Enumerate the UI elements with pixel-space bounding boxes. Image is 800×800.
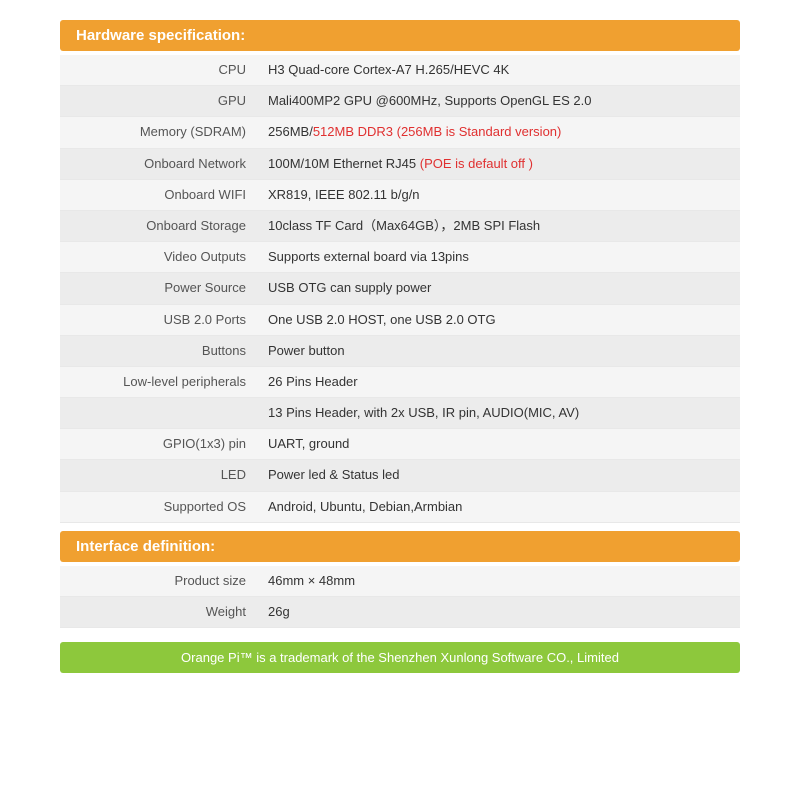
spec-value: 46mm × 48mm xyxy=(260,566,740,597)
spec-value: 256MB/512MB DDR3 (256MB is Standard vers… xyxy=(260,117,740,148)
table-row: LEDPower led & Status led xyxy=(60,460,740,491)
table-row: Onboard Network100M/10M Ethernet RJ45 (P… xyxy=(60,148,740,179)
spec-label: CPU xyxy=(60,55,260,86)
table-row: Weight26g xyxy=(60,597,740,628)
spec-label: Onboard Network xyxy=(60,148,260,179)
spec-label: USB 2.0 Ports xyxy=(60,304,260,335)
table-row: Low-level peripherals26 Pins Header xyxy=(60,366,740,397)
spec-value: Supports external board via 13pins xyxy=(260,242,740,273)
spec-value: XR819, IEEE 802.11 b/g/n xyxy=(260,179,740,210)
spec-value: 13 Pins Header, with 2x USB, IR pin, AUD… xyxy=(260,398,740,429)
table-row: Video OutputsSupports external board via… xyxy=(60,242,740,273)
spec-label: Onboard Storage xyxy=(60,210,260,241)
spec-label: Supported OS xyxy=(60,491,260,522)
interface-section-header: Interface definition: xyxy=(60,531,740,562)
table-row: Onboard Storage10class TF Card（Max64GB），… xyxy=(60,210,740,241)
spec-value: One USB 2.0 HOST, one USB 2.0 OTG xyxy=(260,304,740,335)
spec-label: Onboard WIFI xyxy=(60,179,260,210)
spec-value: 100M/10M Ethernet RJ45 (POE is default o… xyxy=(260,148,740,179)
table-row: Product size46mm × 48mm xyxy=(60,566,740,597)
spec-value: H3 Quad-core Cortex-A7 H.265/HEVC 4K xyxy=(260,55,740,86)
spec-label: LED xyxy=(60,460,260,491)
table-row: GPUMali400MP2 GPU @600MHz, Supports Open… xyxy=(60,86,740,117)
spec-label xyxy=(60,398,260,429)
spec-value: Mali400MP2 GPU @600MHz, Supports OpenGL … xyxy=(260,86,740,117)
spec-value: Android, Ubuntu, Debian,Armbian xyxy=(260,491,740,522)
spec-label: GPIO(1x3) pin xyxy=(60,429,260,460)
footer-trademark: Orange Pi™ is a trademark of the Shenzhe… xyxy=(60,642,740,673)
table-row: ButtonsPower button xyxy=(60,335,740,366)
table-row: Memory (SDRAM)256MB/512MB DDR3 (256MB is… xyxy=(60,117,740,148)
spec-value: 10class TF Card（Max64GB），2MB SPI Flash xyxy=(260,210,740,241)
spec-value: Power button xyxy=(260,335,740,366)
spec-label: Product size xyxy=(60,566,260,597)
interface-spec-table: Product size46mm × 48mmWeight26g xyxy=(60,566,740,628)
spec-value: 26 Pins Header xyxy=(260,366,740,397)
spec-label: Weight xyxy=(60,597,260,628)
table-row: GPIO(1x3) pinUART, ground xyxy=(60,429,740,460)
spec-value: USB OTG can supply power xyxy=(260,273,740,304)
table-row: Power SourceUSB OTG can supply power xyxy=(60,273,740,304)
spec-label: Memory (SDRAM) xyxy=(60,117,260,148)
spec-value: Power led & Status led xyxy=(260,460,740,491)
hardware-spec-table: CPUH3 Quad-core Cortex-A7 H.265/HEVC 4KG… xyxy=(60,55,740,523)
table-row: CPUH3 Quad-core Cortex-A7 H.265/HEVC 4K xyxy=(60,55,740,86)
table-row: USB 2.0 PortsOne USB 2.0 HOST, one USB 2… xyxy=(60,304,740,335)
spec-label: Buttons xyxy=(60,335,260,366)
spec-label: Video Outputs xyxy=(60,242,260,273)
spec-label: GPU xyxy=(60,86,260,117)
spec-label: Low-level peripherals xyxy=(60,366,260,397)
table-row: Supported OSAndroid, Ubuntu, Debian,Armb… xyxy=(60,491,740,522)
table-row: 13 Pins Header, with 2x USB, IR pin, AUD… xyxy=(60,398,740,429)
hardware-section-header: Hardware specification: xyxy=(60,20,740,51)
spec-label: Power Source xyxy=(60,273,260,304)
spec-value: 26g xyxy=(260,597,740,628)
spec-value: UART, ground xyxy=(260,429,740,460)
table-row: Onboard WIFIXR819, IEEE 802.11 b/g/n xyxy=(60,179,740,210)
